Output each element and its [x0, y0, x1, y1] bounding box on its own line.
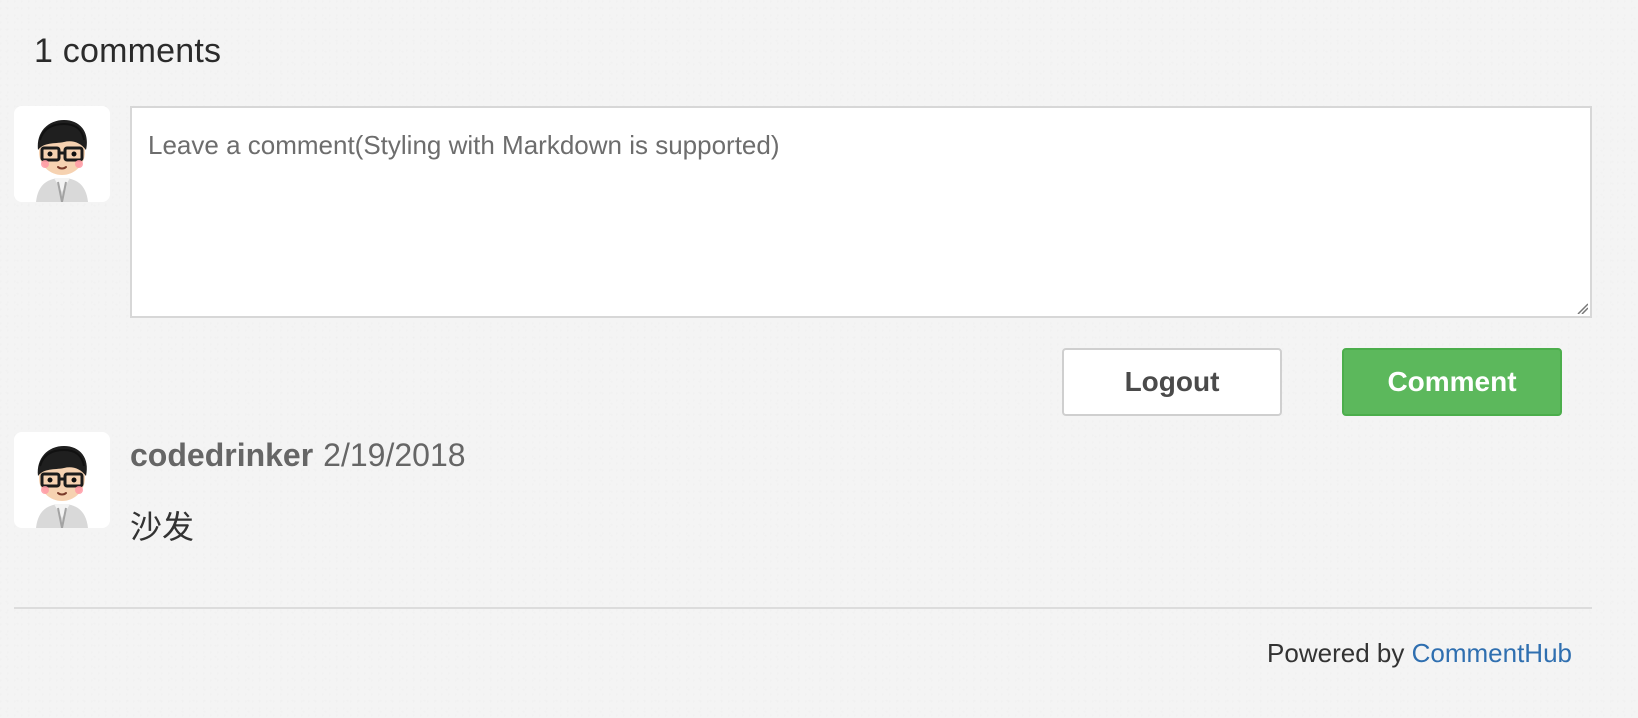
- comment-header: codedrinker 2/19/2018: [130, 437, 466, 474]
- powered-by-label: Powered by: [1267, 638, 1405, 668]
- comment-textarea[interactable]: [132, 108, 1590, 316]
- comment-input-wrapper: [130, 106, 1592, 318]
- commenthub-link[interactable]: CommentHub: [1412, 638, 1572, 668]
- page-title: 1 comments: [34, 32, 222, 70]
- logout-button[interactable]: Logout: [1062, 348, 1282, 416]
- comment-button[interactable]: Comment: [1342, 348, 1562, 416]
- avatar: [14, 106, 110, 202]
- user-avatar-icon: [14, 432, 110, 528]
- footer: Powered by CommentHub: [1267, 638, 1572, 669]
- user-avatar-icon: [14, 106, 110, 202]
- comment-widget: 1 comments Leave a comment(Styling with …: [0, 0, 1638, 718]
- divider: [14, 607, 1592, 609]
- comment-avatar: [14, 432, 110, 528]
- comment-body: 沙发: [130, 508, 195, 546]
- comment-date: 2/19/2018: [323, 437, 466, 473]
- comment-author: codedrinker: [130, 437, 314, 473]
